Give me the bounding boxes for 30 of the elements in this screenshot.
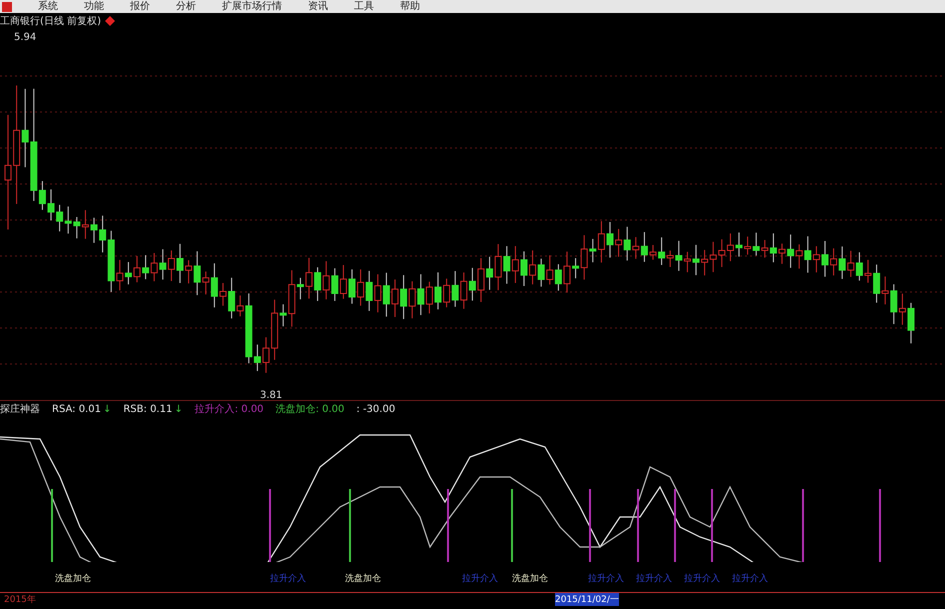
- app-logo-icon: [2, 2, 12, 12]
- diamond-marker-icon: [104, 16, 115, 26]
- indicator-name: 探庄神器: [0, 402, 40, 416]
- menu-item[interactable]: 工具: [354, 0, 374, 13]
- indicator-readout: RSB: 0.11 ↓: [123, 404, 183, 414]
- menu-item[interactable]: 帮助: [400, 0, 420, 13]
- indicator-readout: RSA: 0.01 ↓: [52, 404, 112, 414]
- signal-label: 拉升介入: [636, 572, 672, 585]
- signal-label: 洗盘加仓: [512, 572, 548, 585]
- date-axis-label: 2015/11/02/一: [555, 593, 619, 606]
- high-price-label: 5.94: [14, 32, 36, 43]
- menu-item[interactable]: 扩展市场行情: [222, 0, 282, 13]
- menu-item[interactable]: 功能: [84, 0, 104, 13]
- date-axis-label: 2015年: [4, 594, 36, 606]
- signal-label: 洗盘加仓: [55, 572, 91, 585]
- indicator-readout: : -30.00: [356, 404, 396, 414]
- signal-label: 拉升介入: [732, 572, 768, 585]
- signal-label: 拉升介入: [684, 572, 720, 585]
- signal-label: 拉升介入: [588, 572, 624, 585]
- signal-label: 洗盘加仓: [345, 572, 381, 585]
- indicator-readout: 洗盘加仓: 0.00: [276, 402, 344, 416]
- low-price-label: 3.81: [260, 390, 282, 400]
- menu-item[interactable]: 资讯: [308, 0, 328, 13]
- menu-item[interactable]: 系统: [38, 0, 58, 13]
- menu-item[interactable]: 分析: [176, 0, 196, 13]
- signal-label: 拉升介入: [270, 572, 306, 585]
- stock-title: 工商银行(日线 前复权): [0, 14, 101, 28]
- signal-label: 拉升介入: [462, 572, 498, 585]
- indicator-readout: 拉升介入: 0.00: [194, 402, 264, 416]
- menu-item[interactable]: 报价: [130, 0, 150, 13]
